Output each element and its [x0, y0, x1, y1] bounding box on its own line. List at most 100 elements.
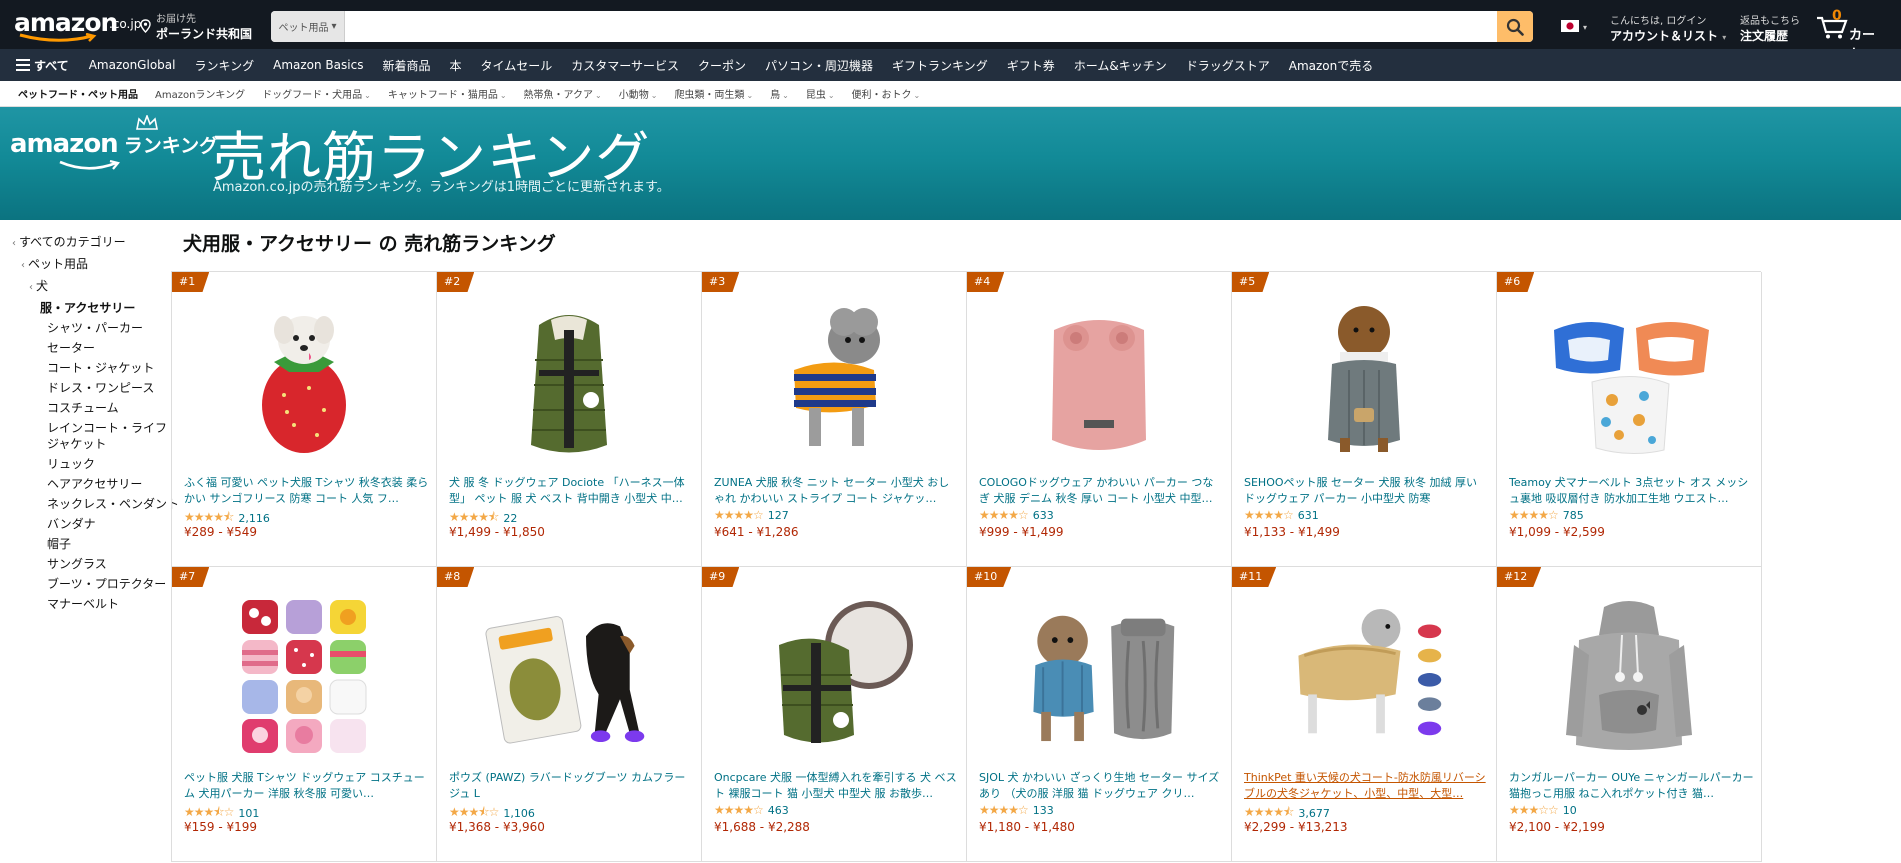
product-title-link[interactable]: SJOL 犬 かわいい ざっくり生地 セーター サイズあり （犬の服 洋服 猫 …: [979, 770, 1224, 802]
product-image[interactable]: [1544, 300, 1714, 460]
sidebar-item-dresses[interactable]: ドレス・ワンピース: [12, 378, 172, 398]
product-image[interactable]: [484, 595, 654, 755]
sidebar-item-hair-accessories[interactable]: ヘアアクセサリー: [12, 474, 172, 494]
sidebar-item-shirts[interactable]: シャツ・パーカー: [12, 318, 172, 338]
nav-item-ranking[interactable]: ランキング: [194, 57, 254, 74]
subnav-item-dog[interactable]: ドッグフード・犬用品 ⌄: [262, 86, 371, 101]
product-price: ¥1,368 - ¥3,960: [449, 820, 545, 834]
product-image[interactable]: [219, 300, 389, 460]
sidebar-item-coats[interactable]: コート・ジャケット: [12, 358, 172, 378]
nav-item-amazonglobal[interactable]: AmazonGlobal: [89, 58, 176, 72]
subnav-item-cat[interactable]: キャットフード・猫用品 ⌄: [388, 86, 507, 101]
sidebar-item-raincoats[interactable]: レインコート・ライフ ジャケット: [12, 420, 172, 452]
nav-item-home-kitchen[interactable]: ホーム&キッチン: [1074, 57, 1167, 74]
subnav-item-aqua[interactable]: 熱帯魚・アクア ⌄: [524, 86, 602, 101]
nav-item-books[interactable]: 本: [449, 57, 461, 74]
subnav-item-ranking[interactable]: Amazonランキング: [155, 86, 245, 101]
product-card[interactable]: #3 ZUNEA 犬服 秋冬 ニット セーター 小型犬 おしゃれ かわいい スト…: [702, 272, 967, 567]
gray-knit-hoodie-icon: [1328, 306, 1400, 452]
product-rating[interactable]: ★★★★☆ 785: [1509, 508, 1584, 522]
deliver-to[interactable]: お届け先 ポーランド共和国: [140, 10, 252, 42]
product-card[interactable]: #2 犬 服 冬 ドッグウェア Dociote 「ハーネス一体型」 ペット 服 …: [437, 272, 702, 567]
product-image[interactable]: [1014, 300, 1184, 460]
sidebar-item-all-categories[interactable]: ‹ すべてのカテゴリー: [12, 232, 172, 254]
language-selector[interactable]: ▾: [1561, 20, 1587, 36]
product-title-link[interactable]: ペット服 犬服 Tシャツ ドッグウェア コスチューム 犬用パーカー 洋服 秋冬服…: [184, 770, 429, 802]
product-title-link[interactable]: ZUNEA 犬服 秋冬 ニット セーター 小型犬 おしゃれ かわいい ストライプ…: [714, 475, 959, 507]
product-title-link[interactable]: Teamoy 犬マナーベルト 3点セット オス メッシュ裏地 吸収層付き 防水加…: [1509, 475, 1754, 507]
subnav-item-insects[interactable]: 昆虫 ⌄: [806, 86, 835, 101]
product-title-link[interactable]: ThinkPet 重い天候の犬コート-防水防風リバーシブルの犬冬ジャケット、小型…: [1244, 770, 1489, 802]
nav-item-coupons[interactable]: クーポン: [698, 57, 746, 74]
product-card[interactable]: #6 Teamoy 犬マナーベルト 3点セット オス メッシュ裏地 吸収層付き …: [1497, 272, 1762, 567]
sidebar-item-sunglasses[interactable]: サングラス: [12, 554, 172, 574]
sidebar-item-bandanas[interactable]: バンダナ: [12, 514, 172, 534]
product-image[interactable]: [1544, 595, 1714, 755]
product-card[interactable]: #1 ふく福 可愛い ペット犬服 Tシャツ 秋冬衣装 柔らかい サンゴフリース …: [172, 272, 437, 567]
sidebar-item-costumes[interactable]: コスチューム: [12, 398, 172, 418]
product-card[interactable]: #11 ThinkPet 重い天候の犬コート-防水防風リバーシブルの犬冬ジャケッ…: [1232, 567, 1497, 862]
search-input[interactable]: [345, 11, 1485, 42]
product-card[interactable]: #5 SEHOOペット服 セーター 犬服 秋冬 加絨 厚い ドッグウェア パーカ…: [1232, 272, 1497, 567]
product-card[interactable]: #4 COLOGOドッグウェア かわいい パーカー つなぎ 犬服 デニム 秋冬 …: [967, 272, 1232, 567]
product-image[interactable]: [1279, 300, 1449, 460]
subnav-item-pet-supplies[interactable]: ペットフード・ペット用品: [18, 86, 138, 101]
nav-item-customer-service[interactable]: カスタマーサービス: [571, 57, 679, 74]
nav-item-gift-cards[interactable]: ギフト券: [1007, 57, 1055, 74]
rating-count: 785: [1562, 508, 1584, 522]
search-category-dropdown[interactable]: ペット用品 ▾: [271, 11, 345, 42]
subnav-item-deals[interactable]: 便利・おトク ⌄: [852, 86, 921, 101]
all-menu-button[interactable]: すべて: [16, 57, 69, 74]
product-rating[interactable]: ★★★☆☆ 10: [1509, 803, 1577, 817]
product-card[interactable]: #10 SJOL 犬 かわいい ざっくり生地 セーター サイズあり （犬の服 洋…: [967, 567, 1232, 862]
sidebar-item-dog[interactable]: ‹ 犬: [12, 276, 172, 298]
product-card[interactable]: #7 ペット服 犬服 Tシャツ ドッグウェア コスチューム 犬用パーカー 洋服 …: [172, 567, 437, 862]
product-title-link[interactable]: ふく福 可愛い ペット犬服 Tシャツ 秋冬衣装 柔らかい サンゴフリース 防寒 …: [184, 475, 429, 507]
nav-item-new-releases[interactable]: 新着商品: [382, 57, 430, 74]
product-rating[interactable]: ★★★★☆ 463: [714, 803, 789, 817]
sidebar-item-boots[interactable]: ブーツ・プロテクター: [12, 574, 172, 594]
sidebar-item-sweaters[interactable]: セーター: [12, 338, 172, 358]
product-card[interactable]: #12 カンガルーパーカー OUYe ニャンガールパーカー 猫抱っこ用服 ねこ入…: [1497, 567, 1762, 862]
product-title-link[interactable]: ポウズ (PAWZ) ラバードッグブーツ カムフラージュ L: [449, 770, 694, 802]
product-rating[interactable]: ★★★★☆ 631: [1244, 508, 1319, 522]
product-title-link[interactable]: COLOGOドッグウェア かわいい パーカー つなぎ 犬服 デニム 秋冬 厚い …: [979, 475, 1224, 507]
assorted-dog-shirts-icon: [242, 600, 367, 753]
nav-item-sell[interactable]: Amazonで売る: [1289, 57, 1374, 74]
product-title-link[interactable]: Oncpcare 犬服 一体型縛入れを牽引する 犬 ベスト 裸服コート 猫 小型…: [714, 770, 959, 802]
product-title-link[interactable]: 犬 服 冬 ドッグウェア Dociote 「ハーネス一体型」 ペット 服 犬 ベ…: [449, 475, 694, 507]
chevron-down-icon: ⌄: [913, 91, 921, 100]
sidebar-item-manner-belts[interactable]: マナーベルト: [12, 594, 172, 614]
sidebar-item-pet-supplies[interactable]: ‹ ペット用品: [12, 254, 172, 276]
product-card[interactable]: #8 ポウズ (PAWZ) ラバードッグブーツ カムフラージュ L ★★★⯪☆ 1…: [437, 567, 702, 862]
product-rating[interactable]: ★★★★☆ 127: [714, 508, 789, 522]
sidebar-item-backpacks[interactable]: リュック: [12, 454, 172, 474]
product-image[interactable]: [1014, 595, 1184, 755]
product-title-link[interactable]: SEHOOペット服 セーター 犬服 秋冬 加絨 厚い ドッグウェア パーカー 小…: [1244, 475, 1489, 507]
product-image[interactable]: [484, 300, 654, 460]
product-image[interactable]: [749, 300, 919, 460]
nav-item-computers[interactable]: パソコン・周辺機器: [765, 57, 873, 74]
subnav-item-birds[interactable]: 鳥 ⌄: [770, 86, 789, 101]
product-rating[interactable]: ★★★★☆ 133: [979, 803, 1054, 817]
product-image[interactable]: [219, 595, 389, 755]
product-title-link[interactable]: カンガルーパーカー OUYe ニャンガールパーカー 猫抱っこ用服 ねこ入れポケッ…: [1509, 770, 1754, 802]
cart-button[interactable]: 0 カート: [1815, 8, 1885, 62]
nav-item-timesale[interactable]: タイムセール: [480, 57, 552, 74]
returns-orders[interactable]: 返品もこちら 注文履歴: [1740, 12, 1800, 44]
amazon-logo[interactable]: amazon .co.jp: [14, 10, 141, 42]
rating-count: 631: [1297, 508, 1319, 522]
product-image[interactable]: [1279, 595, 1449, 755]
nav-item-amazon-basics[interactable]: Amazon Basics: [273, 58, 363, 72]
product-rating[interactable]: ★★★★☆ 633: [979, 508, 1054, 522]
nav-item-gift-ranking[interactable]: ギフトランキング: [892, 57, 988, 74]
subnav-item-reptiles[interactable]: 爬虫類・両生類 ⌄: [674, 86, 753, 101]
product-card[interactable]: #9 Oncpcare 犬服 一体型縛入れを牽引する 犬 ベスト 裸服コート 猫…: [702, 567, 967, 862]
subnav-item-small-animals[interactable]: 小動物 ⌄: [619, 86, 658, 101]
product-image[interactable]: [749, 595, 919, 755]
account-lists[interactable]: こんにちは, ログイン アカウント＆リスト ▾: [1610, 12, 1726, 44]
sidebar-item-hats[interactable]: 帽子: [12, 534, 172, 554]
nav-item-drugstore[interactable]: ドラッグストア: [1186, 57, 1270, 74]
search-button[interactable]: [1497, 11, 1533, 42]
sidebar-item-necklaces[interactable]: ネックレス・ペンダント: [12, 494, 179, 514]
